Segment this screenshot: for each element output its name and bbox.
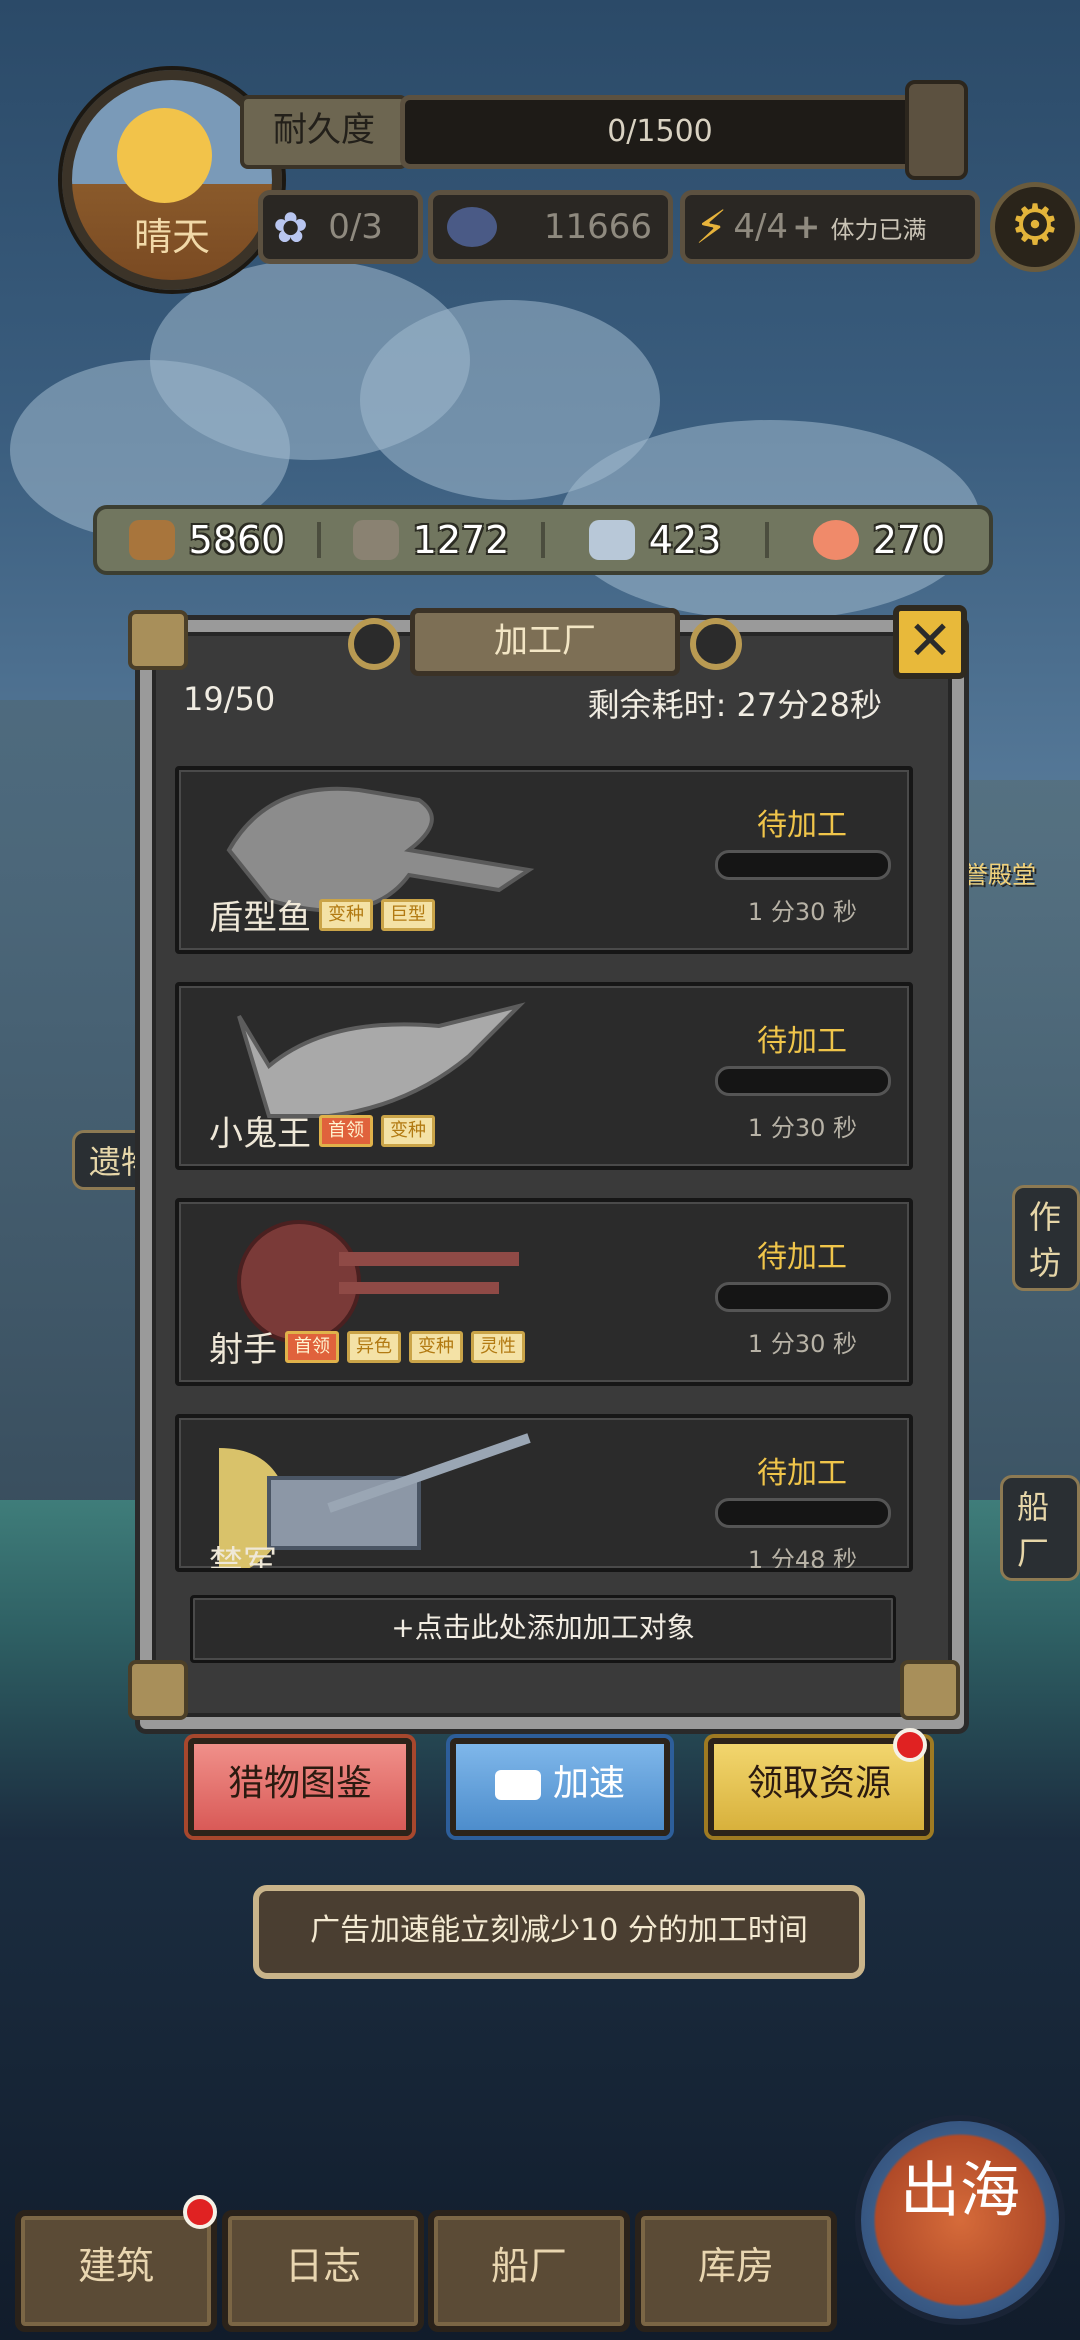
resource-metal-value: 423 — [648, 518, 722, 562]
item-status: 待加工 — [757, 1024, 847, 1059]
set-sail-button[interactable]: 出海 — [855, 2115, 1065, 2325]
pipe-joint — [128, 610, 188, 670]
speedup-label: 加速 — [552, 1763, 625, 1804]
panel-title: 加工厂 — [410, 608, 680, 676]
stamina-count: 4/4 — [733, 207, 789, 247]
nav-warehouse[interactable]: 库房 — [635, 2210, 837, 2332]
flower-icon: ✿ — [273, 202, 309, 252]
chain-ring-right — [690, 618, 742, 670]
queue-count: 19/50 — [183, 680, 276, 718]
resource-bar: 5860 1272 423 270 — [93, 505, 993, 575]
tag-badge: 首领 — [285, 1330, 339, 1363]
stamina-counter[interactable]: ⚡ 4/4 + 体力已满 — [680, 190, 980, 264]
item-duration: 1 分30 秒 — [747, 898, 857, 926]
resource-wood: 5860 — [97, 518, 317, 562]
tag-badge: 变种 — [381, 1114, 435, 1147]
resource-stone-value: 1272 — [412, 518, 510, 562]
durability-bar-cap — [905, 80, 968, 180]
video-camera-icon — [494, 1770, 541, 1800]
tag-badge: 异色 — [347, 1330, 401, 1363]
stamina-plus-icon[interactable]: + — [792, 207, 821, 247]
resource-fish: 270 — [769, 518, 989, 562]
item-duration: 1 分30 秒 — [747, 1114, 857, 1142]
tag-badge: 变种 — [409, 1330, 463, 1363]
progress-bar — [715, 1498, 891, 1528]
stone-icon — [352, 520, 399, 560]
chain-ring-left — [348, 618, 400, 670]
progress-bar — [715, 1282, 891, 1312]
item-name: 小鬼王 — [209, 1114, 311, 1154]
item-name-row: 盾型鱼 变种 巨型 — [209, 890, 435, 939]
item-name-row: 小鬼王 首领 变种 — [209, 1106, 435, 1155]
coin-count: 11666 — [543, 207, 652, 247]
wood-log-icon — [128, 520, 175, 560]
item-name: 禁军 — [209, 1544, 277, 1572]
coin-bag-icon — [447, 207, 497, 247]
resource-fish-value: 270 — [872, 518, 946, 562]
add-process-target-button[interactable]: +点击此处添加加工对象 — [190, 1595, 896, 1663]
resource-metal: 423 — [545, 518, 765, 562]
stamina-status: 体力已满 — [830, 215, 927, 244]
tag-badge: 巨型 — [381, 898, 435, 931]
nav-log[interactable]: 日志 — [222, 2210, 424, 2332]
item-name: 盾型鱼 — [209, 898, 311, 938]
process-item-card[interactable]: 射手 首领 异色 变种 灵性 待加工 1 分30 秒 — [175, 1198, 913, 1386]
nav-shipyard[interactable]: 船厂 — [428, 2210, 630, 2332]
durability-value: 0/1500 — [607, 114, 713, 149]
item-name-row: 禁军 — [209, 1536, 277, 1572]
settings-gear-icon[interactable]: ⚙ — [990, 182, 1080, 272]
close-button[interactable]: ✕ — [893, 605, 967, 679]
fish-steak-icon — [812, 520, 859, 560]
notification-dot — [893, 1728, 927, 1762]
remaining-time: 剩余耗时: 27分28秒 — [587, 686, 882, 724]
speedup-button[interactable]: 加速 — [450, 1738, 670, 1836]
weather-label: 晴天 — [133, 215, 210, 259]
progress-bar — [715, 1066, 891, 1096]
catalog-button[interactable]: 猎物图鉴 — [188, 1738, 412, 1836]
item-status: 待加工 — [757, 1240, 847, 1275]
tag-badge: 变种 — [319, 898, 373, 931]
item-status: 待加工 — [757, 808, 847, 843]
process-item-card[interactable]: 小鬼王 首领 变种 待加工 1 分30 秒 — [175, 982, 913, 1170]
coin-counter: 11666 — [428, 190, 673, 264]
speedup-tip: 广告加速能立刻减少10 分的加工时间 — [253, 1885, 865, 1979]
process-item-card[interactable]: 禁军 待加工 1 分48 秒 — [175, 1414, 913, 1572]
sun-icon — [117, 108, 212, 203]
item-duration: 1 分48 秒 — [747, 1546, 857, 1572]
item-status: 待加工 — [757, 1456, 847, 1491]
pearl-count: 0/3 — [328, 207, 383, 247]
progress-bar — [715, 850, 891, 880]
metal-ingot-icon — [588, 520, 635, 560]
resource-stone: 1272 — [321, 518, 541, 562]
pearl-counter: ✿ 0/3 — [258, 190, 423, 264]
resource-wood-value: 5860 — [188, 518, 286, 562]
workshop-building-label[interactable]: 作坊 — [1012, 1185, 1080, 1291]
nav-buildings[interactable]: 建筑 — [15, 2210, 217, 2332]
tag-badge: 首领 — [319, 1114, 373, 1147]
notification-dot — [183, 2195, 217, 2229]
pipe-joint — [900, 1660, 960, 1720]
item-name-row: 射手 首领 异色 变种 灵性 — [209, 1322, 525, 1371]
durability-bar: 0/1500 — [400, 95, 920, 169]
close-icon: ✕ — [907, 609, 953, 672]
shipyard-building-label[interactable]: 船厂 — [1000, 1475, 1080, 1581]
process-item-card[interactable]: 盾型鱼 变种 巨型 待加工 1 分30 秒 — [175, 766, 913, 954]
item-duration: 1 分30 秒 — [747, 1330, 857, 1358]
item-name: 射手 — [209, 1330, 277, 1370]
tag-badge: 灵性 — [471, 1330, 525, 1363]
lightning-icon: ⚡ — [695, 200, 728, 254]
harbor-buildings-left — [0, 700, 140, 1500]
pipe-joint — [128, 1660, 188, 1720]
durability-label: 耐久度 — [240, 95, 408, 169]
